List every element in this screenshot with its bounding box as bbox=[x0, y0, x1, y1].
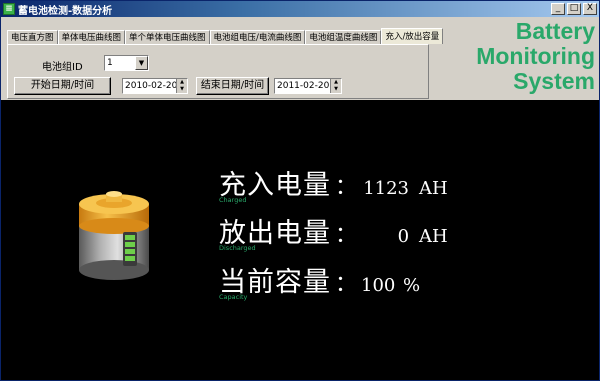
tab-single-cell-voltage-curve[interactable]: 单个单体电压曲线图 bbox=[125, 30, 210, 44]
capacity-value: 100 bbox=[361, 275, 396, 296]
close-button[interactable]: X bbox=[583, 3, 597, 15]
minimize-button[interactable]: _ bbox=[551, 3, 565, 15]
battery-icon bbox=[79, 191, 149, 280]
capacity-caption: Capacity bbox=[219, 293, 248, 301]
end-date-field[interactable]: 2011-02-20 ▲ ▼ bbox=[274, 78, 342, 94]
end-date-value: 2011-02-20 bbox=[277, 81, 330, 91]
title-bar[interactable]: ≡ 蓄电池检测-数据分析 _ □ X bbox=[1, 1, 599, 17]
control-panel: 电压直方图 单体电压曲线图 单个单体电压曲线图 电池组电压/电流曲线图 电池组温… bbox=[1, 17, 599, 100]
start-date-field[interactable]: 2010-02-20 ▲ ▼ bbox=[122, 78, 188, 94]
capacity-stat: 当前容量： 100% Capacity bbox=[219, 267, 421, 301]
tab-voltage-histogram[interactable]: 电压直方图 bbox=[7, 30, 58, 44]
app-window: ≡ 蓄电池检测-数据分析 _ □ X 电压直方图 单体电压曲线图 单个单体电压曲… bbox=[0, 0, 600, 381]
discharged-stat: 放出电量： 0 AH Discharged bbox=[219, 218, 448, 252]
app-icon: ≡ bbox=[3, 3, 15, 15]
brand-line-1: Battery bbox=[515, 18, 595, 44]
brand-logo: Battery Monitoring System bbox=[429, 19, 595, 99]
start-date-spinner-icon[interactable]: ▲ ▼ bbox=[176, 79, 187, 93]
tab-cell-voltage-curve[interactable]: 单体电压曲线图 bbox=[57, 30, 126, 44]
window-title: 蓄电池检测-数据分析 bbox=[18, 5, 113, 17]
tab-strip: 电压直方图 单体电压曲线图 单个单体电压曲线图 电池组电压/电流曲线图 电池组温… bbox=[7, 28, 444, 44]
brand-line-3: System bbox=[513, 68, 595, 94]
capacity-display: 充入电量： 1123 AH Charged 放出电量： 0 AH Discharged … bbox=[1, 100, 599, 380]
battery-group-select[interactable]: 1 ▼ bbox=[104, 55, 149, 71]
brand-line-2: Monitoring bbox=[476, 43, 595, 69]
discharged-value: 0 bbox=[397, 226, 410, 247]
tab-group-temperature-curve[interactable]: 电池组温度曲线图 bbox=[305, 30, 382, 44]
chevron-down-icon[interactable]: ▼ bbox=[135, 56, 148, 70]
charged-caption: Charged bbox=[219, 196, 247, 204]
end-datetime-button[interactable]: 结束日期/时间 bbox=[196, 77, 269, 95]
end-date-spinner-icon[interactable]: ▲ ▼ bbox=[330, 79, 341, 93]
battery-group-value: 1 bbox=[107, 58, 113, 68]
discharged-caption: Discharged bbox=[219, 244, 256, 252]
charged-unit: AH bbox=[419, 178, 448, 199]
start-datetime-button[interactable]: 开始日期/时间 bbox=[14, 77, 111, 95]
start-date-value: 2010-02-20 bbox=[125, 81, 178, 91]
tab-group-voltage-current-curve[interactable]: 电池组电压/电流曲线图 bbox=[209, 30, 306, 44]
charged-stat: 充入电量： 1123 AH Charged bbox=[219, 170, 448, 204]
tab-content: 电池组ID 1 ▼ 开始日期/时间 2010-02-20 ▲ ▼ 结束日期/时间 … bbox=[7, 44, 429, 99]
charged-value: 1123 bbox=[363, 178, 410, 199]
battery-group-label: 电池组ID bbox=[42, 62, 83, 73]
capacity-unit: % bbox=[403, 275, 421, 296]
discharged-unit: AH bbox=[419, 226, 448, 247]
maximize-button[interactable]: □ bbox=[567, 3, 581, 15]
